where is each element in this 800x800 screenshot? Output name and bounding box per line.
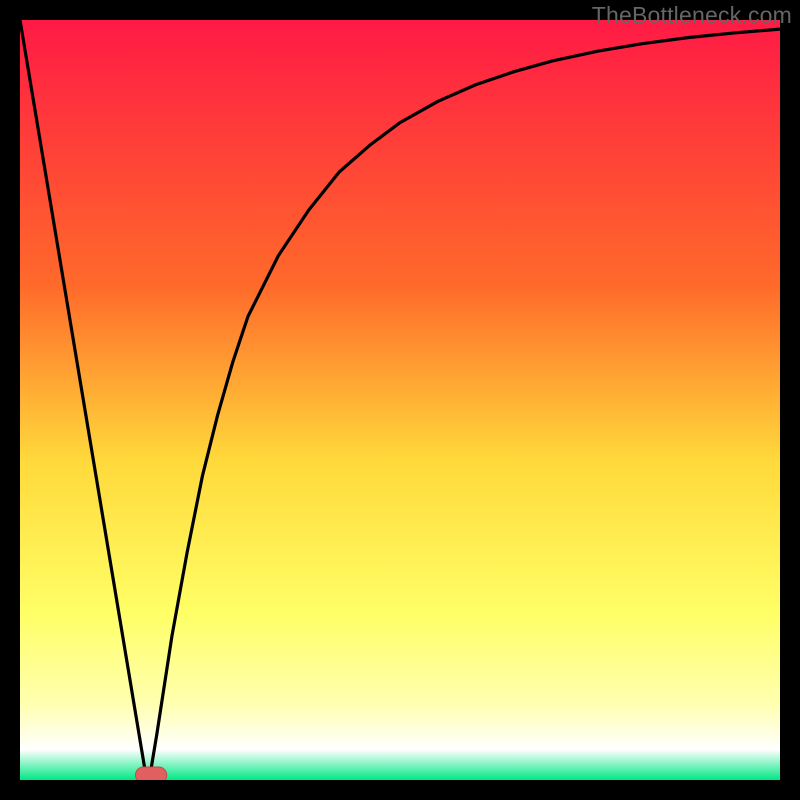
optimum-marker [136, 767, 167, 780]
chart-frame: TheBottleneck.com [0, 0, 800, 800]
plot-area [20, 20, 780, 780]
bottleneck-chart [20, 20, 780, 780]
gradient-background [20, 20, 780, 780]
watermark-text: TheBottleneck.com [592, 2, 792, 29]
